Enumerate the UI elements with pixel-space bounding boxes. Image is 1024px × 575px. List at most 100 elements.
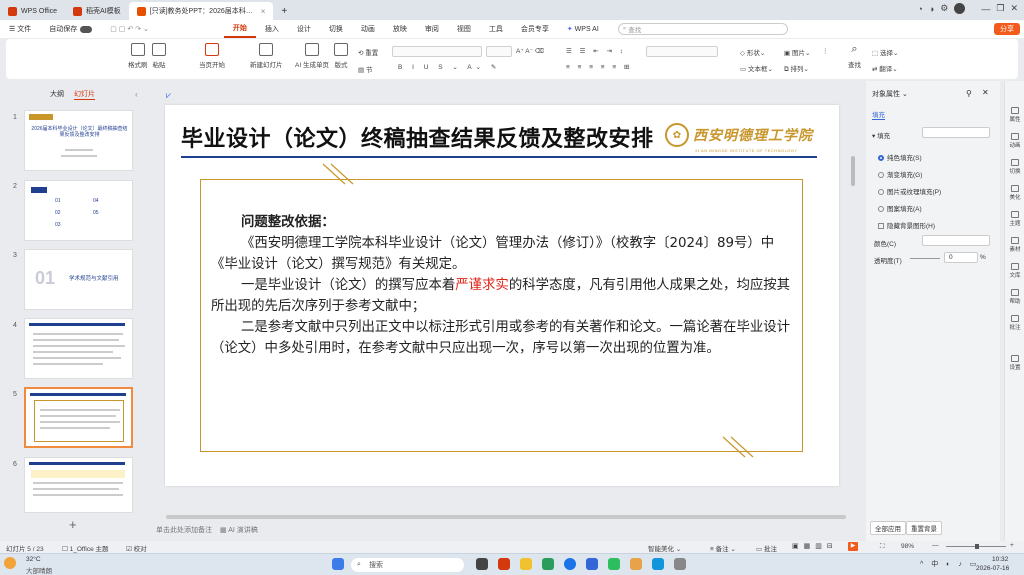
vertical-scrollbar[interactable] — [851, 156, 855, 186]
comments-toggle[interactable]: ▭ 批注 — [756, 543, 777, 553]
app-icon-5[interactable] — [674, 558, 686, 570]
file-menu[interactable]: ☰ 文件 — [0, 20, 40, 38]
slide[interactable]: 毕业设计（论文）终稿抽查结果反馈及整改安排 ✿ 西安明德理工学院 XI'AN M… — [165, 105, 839, 486]
horizontal-scrollbar[interactable] — [166, 515, 846, 519]
apply-all-button[interactable]: 全部应用 — [870, 521, 906, 535]
quick-access-icons[interactable]: ▢ ▢ ↶ ↷ ⌄ — [101, 20, 158, 38]
tab-wps-ai[interactable]: ✦ WPS AI — [558, 20, 608, 38]
font-family-select[interactable] — [392, 46, 482, 57]
hide-background-checkbox[interactable]: 隐藏背景图形(H) — [878, 220, 935, 230]
task-view-icon[interactable] — [476, 558, 488, 570]
ai-assistant-icon[interactable]: ⩗ — [166, 90, 171, 101]
system-tray-icons[interactable]: ^ 中 ◐ ♪ ▭ — [920, 559, 979, 569]
skin-icon[interactable]: ◑ — [929, 4, 934, 14]
paragraph-align-buttons[interactable]: ≡ ≡ ≡ ≡ ≡ ⊞ — [566, 63, 632, 71]
sidebar-animation[interactable]: 动画 — [1005, 133, 1024, 149]
sidebar-theme[interactable]: 主题 — [1005, 211, 1024, 227]
arrange-button[interactable]: ⧉ 排列⌄ — [784, 63, 809, 74]
tab-animation[interactable]: 动画 — [352, 20, 384, 38]
picture-button[interactable]: ▣ 图片⌄ — [784, 47, 810, 57]
zoom-out-button[interactable]: — — [932, 542, 939, 549]
tab-presentation[interactable]: [只读]教务处PPT：2026届本科… × — [128, 2, 274, 20]
slide-thumbnail-3[interactable]: 01 学术规范与文献引用 — [24, 249, 133, 310]
play-slideshow-button[interactable]: ▶ — [848, 542, 858, 551]
fill-section-header[interactable]: ▾ 填充 — [872, 130, 890, 140]
reset-background-button[interactable]: 重置背景 — [906, 521, 942, 535]
sidebar-help[interactable]: 帮助 — [1005, 289, 1024, 305]
fit-window-icon[interactable]: ⛶ — [880, 543, 885, 551]
tab-tools[interactable]: 工具 — [480, 20, 512, 38]
transparency-input[interactable]: 0 — [944, 252, 978, 263]
fill-pattern-radio[interactable]: 图案填充(A) — [878, 203, 922, 213]
font-size-adjust[interactable]: A⁺ A⁻ ⌫ — [516, 47, 544, 55]
slide-thumbnail-4[interactable] — [24, 318, 133, 379]
sidebar-comments[interactable]: 批注 — [1005, 315, 1024, 331]
zoom-in-button[interactable]: + — [1010, 542, 1014, 549]
tab-slideshow[interactable]: 放映 — [384, 20, 416, 38]
proofing-button[interactable]: ☑ 校对 — [126, 543, 147, 553]
app-icon-1[interactable] — [542, 558, 554, 570]
style-gallery[interactable] — [646, 46, 718, 57]
share-button[interactable]: 分享 — [994, 23, 1020, 35]
tab-member[interactable]: 会员专享 — [512, 20, 558, 38]
app-icon-4[interactable] — [652, 558, 664, 570]
transparency-slider[interactable] — [910, 258, 940, 259]
tab-insert[interactable]: 插入 — [256, 20, 288, 38]
start-icon[interactable] — [332, 558, 344, 570]
tab-home[interactable]: 开始 — [223, 20, 256, 38]
minimize-button[interactable]: — — [981, 4, 990, 14]
tab-docer-ai[interactable]: 稻壳AI模板 — [65, 2, 129, 20]
notes-placeholder[interactable]: 单击此处添加备注 — [156, 525, 212, 535]
avatar[interactable] — [954, 3, 966, 14]
wechat-icon[interactable] — [608, 558, 620, 570]
tab-design[interactable]: 设计 — [288, 20, 320, 38]
toggle-switch[interactable] — [80, 25, 93, 33]
sidebar-beautify[interactable]: 美化 — [1005, 185, 1024, 201]
slide-title[interactable]: 毕业设计（论文）终稿抽查结果反馈及整改安排 — [181, 121, 654, 153]
weather-icon[interactable] — [4, 557, 16, 569]
tab-transition[interactable]: 切换 — [320, 20, 352, 38]
new-tab-button[interactable]: + — [273, 2, 295, 20]
reset-button[interactable]: ⟲ 重置 — [358, 47, 378, 57]
textbox-button[interactable]: ▭ 文本框⌄ — [740, 63, 773, 73]
fill-gradient-radio[interactable]: 渐变填充(G) — [878, 169, 922, 179]
ai-single-page-button[interactable]: AI 生成单页 — [295, 43, 329, 69]
tab-outline[interactable]: 大纲 — [50, 89, 64, 100]
play-current-button[interactable]: 当页开始 — [199, 43, 225, 69]
settings-icon[interactable]: ⚙ — [940, 3, 948, 14]
font-style-buttons[interactable]: B I U S ⌄ A⌄ ✎ — [398, 63, 500, 71]
section-button[interactable]: ▤ 节 — [358, 64, 372, 74]
app-icon-3[interactable] — [630, 558, 642, 570]
cloud-sync-icon[interactable]: ◔ — [917, 4, 922, 14]
sidebar-settings[interactable]: 设置 — [1005, 355, 1024, 371]
add-slide-button[interactable]: + — [69, 517, 77, 532]
color-select[interactable] — [922, 235, 990, 246]
collapse-panel-icon[interactable]: ‹ — [135, 90, 138, 99]
ai-notes-button[interactable]: ▦ AI 演讲稿 — [220, 525, 258, 535]
translate-button[interactable]: ⇄ 翻译⌄ — [872, 63, 898, 73]
tab-view[interactable]: 视图 — [448, 20, 480, 38]
paste-button[interactable]: 粘贴 — [152, 43, 166, 69]
autosave-toggle[interactable]: 自动保存 — [40, 20, 101, 38]
format-painter-button[interactable]: 格式刷 — [128, 43, 148, 69]
slide-thumbnail-5[interactable] — [24, 387, 133, 448]
view-mode-buttons[interactable]: ▣▦▥⊟ — [792, 542, 838, 550]
slide-thumbnail-1[interactable]: 2026届本科毕业设计（论文）最终稿抽查结果反馈及整改安排 — [24, 110, 133, 171]
pin-icon[interactable]: ⚲ — [966, 89, 972, 98]
font-size-select[interactable] — [486, 46, 512, 57]
sidebar-assets[interactable]: 素材 — [1005, 237, 1024, 253]
shape-button[interactable]: ◇ 形状⌄ — [740, 47, 765, 57]
tab-review[interactable]: 审阅 — [416, 20, 448, 38]
browser-icon[interactable] — [564, 558, 576, 570]
new-slide-button[interactable]: 新建幻灯片 — [250, 43, 283, 69]
sidebar-transition[interactable]: 切换 — [1005, 159, 1024, 175]
find-button[interactable]: ⌕ 查找 — [848, 43, 861, 69]
wps-taskbar-icon[interactable] — [498, 558, 510, 570]
file-explorer-icon[interactable] — [520, 558, 532, 570]
theme-name[interactable]: ☐ 1_Office 主题 — [62, 543, 109, 553]
app-icon-2[interactable] — [586, 558, 598, 570]
slide-thumbnail-6[interactable] — [24, 457, 133, 513]
select-button[interactable]: ⬚ 选择⌄ — [872, 47, 898, 57]
tab-wps-office[interactable]: WPS Office — [0, 2, 65, 20]
more-button[interactable]: ⋮ — [822, 47, 829, 55]
